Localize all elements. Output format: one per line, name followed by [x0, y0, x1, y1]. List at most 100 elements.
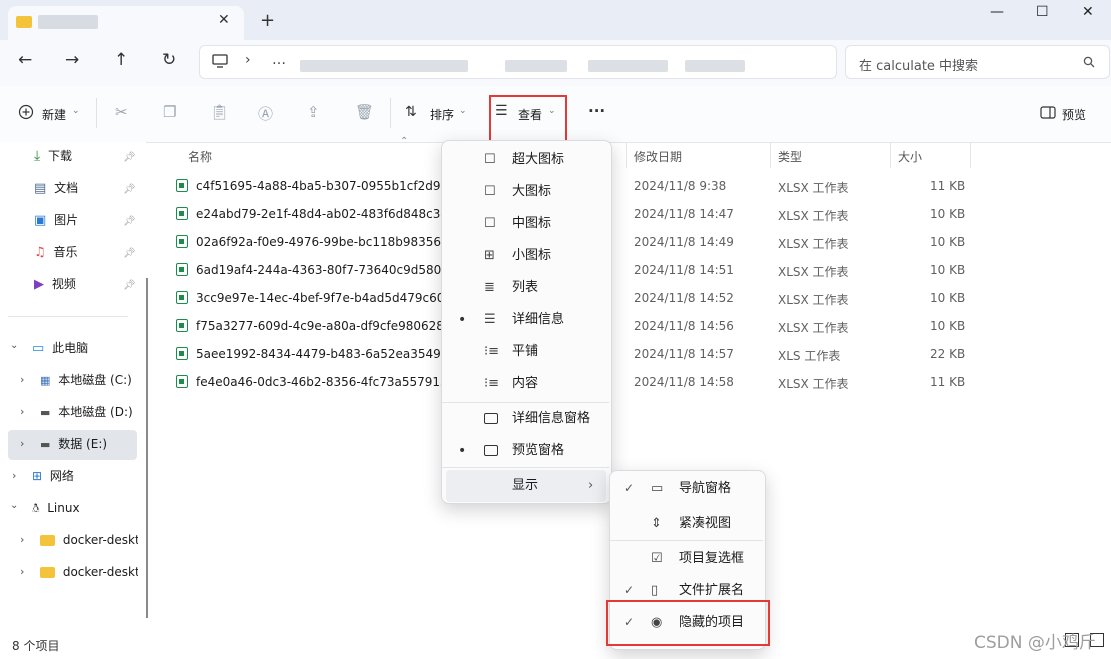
- check-icon: ✓: [624, 481, 635, 495]
- sidebar-item-drive-d[interactable]: ▬ 本地磁盘 (D:): [40, 397, 140, 427]
- menu-item-content[interactable]: 内容: [512, 368, 538, 400]
- menu-item-tiles[interactable]: 平铺: [512, 336, 538, 368]
- menu-item-preview-pane[interactable]: 预览窗格: [512, 435, 564, 467]
- column-header-name[interactable]: 名称: [188, 148, 212, 165]
- sidebar-item-label: 本地磁盘 (C:): [58, 373, 132, 387]
- check-icon: ✓: [624, 583, 635, 597]
- column-divider[interactable]: [970, 142, 971, 168]
- share-icon[interactable]: ⇪: [307, 103, 320, 121]
- pin-icon[interactable]: 📌︎: [123, 280, 136, 291]
- sidebar-item-music[interactable]: ♫ 音乐: [34, 237, 134, 267]
- chevron-right-icon[interactable]: ›: [20, 405, 24, 418]
- pin-icon[interactable]: 📌︎: [123, 184, 136, 195]
- navigation-pane-icon: ▭: [651, 481, 664, 496]
- menu-item-large-icons[interactable]: 大图标: [512, 176, 551, 208]
- menu-separator: [442, 402, 609, 403]
- column-header-date[interactable]: 修改日期: [634, 148, 682, 165]
- back-button[interactable]: ←: [18, 50, 32, 70]
- menu-item-list[interactable]: 列表: [512, 272, 538, 304]
- sidebar-item-label: 此电脑: [52, 341, 89, 355]
- small-icons-icon: ⊞: [484, 248, 495, 263]
- cut-icon[interactable]: ✂: [115, 103, 128, 121]
- chevron-right-icon[interactable]: ›: [20, 373, 24, 386]
- chevron-down-icon[interactable]: ⌄: [10, 500, 18, 511]
- column-divider[interactable]: [890, 142, 891, 168]
- folder-icon: [40, 567, 55, 578]
- pin-icon[interactable]: 📌︎: [123, 216, 136, 227]
- file-type: XLS 工作表: [778, 349, 841, 363]
- sidebar-item-videos[interactable]: ▶ 视频: [34, 269, 134, 299]
- sidebar-item-docker-2[interactable]: docker-deskt: [40, 557, 138, 587]
- sidebar-item-pictures[interactable]: ▣ 图片: [34, 205, 134, 235]
- menu-item-item-checkboxes[interactable]: 项目复选框: [679, 543, 744, 575]
- item-checkboxes-icon: ☑: [651, 551, 663, 566]
- sidebar-item-documents[interactable]: ▤ 文档: [34, 173, 134, 203]
- excel-file-icon: [176, 347, 188, 360]
- menu-item-show[interactable]: 显示: [512, 470, 538, 502]
- tab-close-icon[interactable]: ✕: [218, 12, 230, 28]
- menu-item-medium-icons[interactable]: 中图标: [512, 208, 551, 240]
- file-size: 10 KB: [930, 207, 966, 221]
- menu-item-small-icons[interactable]: 小图标: [512, 240, 551, 272]
- sidebar-item-drive-e[interactable]: ▬ 数据 (E:): [40, 429, 140, 459]
- maximize-button[interactable]: ☐: [1036, 4, 1049, 20]
- preview-button[interactable]: 预览: [1062, 106, 1086, 123]
- menu-item-extra-large-icons[interactable]: 超大图标: [512, 144, 564, 176]
- file-type: XLSX 工作表: [778, 377, 849, 391]
- chevron-right-icon[interactable]: ›: [20, 533, 24, 546]
- breadcrumb-ellipsis[interactable]: …: [272, 52, 286, 68]
- close-window-button[interactable]: ✕: [1082, 4, 1094, 20]
- status-item-count: 8 个项目: [12, 639, 60, 653]
- more-button[interactable]: ···: [588, 102, 605, 120]
- file-type: XLSX 工作表: [778, 209, 849, 223]
- file-name: e24abd79-2e1f-48d4-ab02-483f6d848c34_: [196, 207, 442, 221]
- sidebar-item-linux[interactable]: 🐧︎ Linux: [32, 493, 132, 523]
- chevron-right-icon: ›: [588, 478, 594, 493]
- column-divider[interactable]: [770, 142, 771, 168]
- tab-title-blurred: [38, 15, 98, 29]
- paste-icon[interactable]: 📋︎: [210, 103, 229, 121]
- chevron-right-icon[interactable]: ›: [20, 565, 24, 578]
- monitor-icon: ▭: [32, 341, 45, 356]
- column-header-type[interactable]: 类型: [778, 148, 802, 165]
- delete-icon[interactable]: 🗑︎: [355, 103, 374, 121]
- pin-icon[interactable]: 📌︎: [123, 152, 136, 163]
- excel-file-icon: [176, 263, 188, 276]
- menu-item-details-pane[interactable]: 详细信息窗格: [512, 403, 590, 435]
- sidebar-scrollbar[interactable]: [146, 278, 148, 618]
- minimize-button[interactable]: —: [990, 4, 1004, 20]
- sidebar-item-docker-1[interactable]: docker-deskt: [40, 525, 138, 555]
- menu-item-navigation-pane[interactable]: 导航窗格: [679, 473, 731, 505]
- pin-icon[interactable]: 📌︎: [123, 248, 136, 259]
- chevron-right-icon[interactable]: ›: [20, 437, 24, 450]
- chevron-down-icon[interactable]: ⌄: [10, 340, 18, 351]
- column-divider[interactable]: [626, 142, 627, 168]
- file-name: c4f51695-4a88-4ba5-b307-0955b1cf2d95_: [196, 179, 442, 193]
- file-date: 2024/11/8 14:49: [634, 235, 734, 249]
- new-tab-button[interactable]: +: [260, 10, 275, 31]
- file-date: 2024/11/8 14:57: [634, 347, 734, 361]
- sidebar-item-downloads[interactable]: ⤓ 下载: [34, 141, 134, 171]
- forward-button[interactable]: →: [65, 50, 79, 70]
- sidebar-item-network[interactable]: ⊞ 网络: [32, 461, 132, 491]
- sidebar-item-this-pc[interactable]: ▭ 此电脑: [32, 333, 132, 363]
- refresh-button[interactable]: ↻: [162, 50, 176, 70]
- column-header-size[interactable]: 大小: [898, 148, 922, 165]
- windows-drive-icon: ▦: [40, 374, 51, 387]
- breadcrumb-blurred: [588, 60, 668, 72]
- breadcrumb-chevron: ›: [245, 52, 251, 68]
- menu-item-details[interactable]: 详细信息: [512, 304, 564, 336]
- sidebar-item-label: 下载: [48, 149, 73, 163]
- file-size: 10 KB: [930, 291, 966, 305]
- file-size: 11 KB: [930, 179, 966, 193]
- preview-pane-icon: [1040, 106, 1056, 119]
- new-button[interactable]: 新建: [42, 106, 66, 123]
- breadcrumb-blurred: [300, 60, 468, 72]
- sidebar-item-drive-c[interactable]: ▦ 本地磁盘 (C:): [40, 365, 140, 395]
- up-button[interactable]: ↑: [114, 50, 128, 70]
- sort-button[interactable]: 排序: [430, 106, 454, 123]
- menu-item-compact-view[interactable]: 紧凑视图: [679, 508, 731, 540]
- chevron-right-icon[interactable]: ›: [12, 469, 16, 482]
- copy-icon[interactable]: ❐: [163, 103, 176, 121]
- rename-icon[interactable]: Ⓐ: [258, 103, 273, 124]
